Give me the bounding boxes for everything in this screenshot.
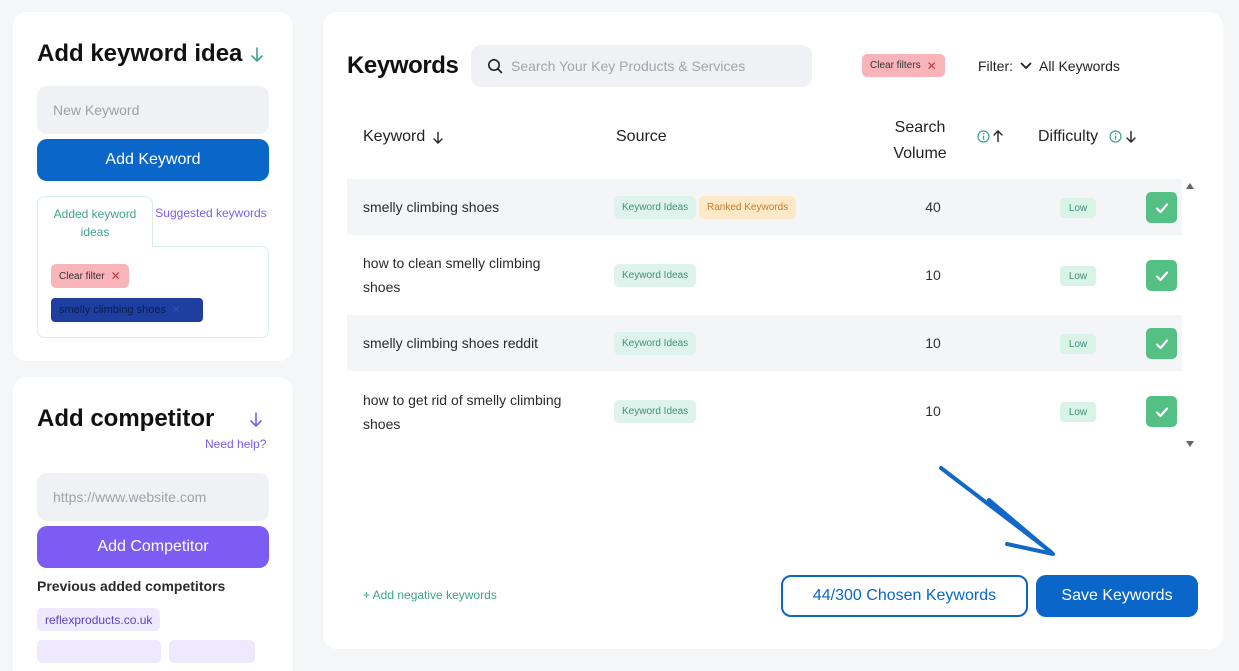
competitor-chip-truncated[interactable]	[169, 640, 255, 663]
row-volume: 10	[925, 267, 941, 283]
row-checkbox[interactable]	[1146, 192, 1177, 223]
table-row[interactable]: smelly climbing shoes reddit Keyword Ide…	[347, 315, 1182, 371]
filter-dropdown[interactable]: All Keywords	[1039, 58, 1120, 74]
page-title: Keywords	[347, 52, 459, 79]
search-box[interactable]	[471, 45, 812, 87]
difficulty-badge: Low	[1060, 266, 1096, 286]
competitor-chip-truncated[interactable]	[37, 640, 161, 663]
table-row[interactable]: how to get rid of smelly climbing shoes …	[347, 371, 1182, 451]
annotation-arrow-icon	[939, 466, 1055, 556]
search-input[interactable]	[511, 45, 801, 87]
source-tag-keyword-ideas: Keyword Ideas	[614, 400, 697, 423]
sort-down-icon[interactable]	[432, 131, 444, 145]
add-keyword-button[interactable]: Add Keyword	[37, 139, 269, 181]
source-tag-keyword-ideas: Keyword Ideas	[614, 196, 697, 219]
scroll-down-icon[interactable]	[1185, 440, 1195, 448]
table-row[interactable]: how to clean smelly climbing shoes Keywo…	[347, 235, 1182, 315]
sort-up-icon[interactable]	[992, 129, 1004, 143]
difficulty-badge: Low	[1060, 198, 1096, 218]
check-icon	[1155, 338, 1168, 349]
close-icon[interactable]: ✕	[927, 59, 937, 73]
tab-panel: Clear filter ✕ smelly climbing shoes ✕	[37, 246, 269, 338]
difficulty-badge: Low	[1060, 334, 1096, 354]
check-icon	[1155, 406, 1168, 417]
keywords-card: Keywords Clear filters ✕ Filter: All Key…	[323, 12, 1223, 649]
keyword-filter-chip[interactable]: smelly climbing shoes ✕	[51, 298, 203, 322]
check-icon	[1155, 270, 1168, 281]
tab-added-keyword-ideas[interactable]: Added keyword ideas	[37, 196, 153, 247]
difficulty-badge: Low	[1060, 402, 1096, 422]
source-tag-keyword-ideas: Keyword Ideas	[614, 264, 697, 287]
column-header-keyword[interactable]: Keyword	[363, 128, 425, 146]
search-icon	[488, 59, 503, 74]
chevron-down-icon[interactable]	[1020, 61, 1032, 71]
add-keyword-card: Add keyword idea Add Keyword Added keywo…	[13, 12, 293, 361]
need-help-link[interactable]: Need help?	[205, 437, 266, 451]
tab-suggested-keywords[interactable]: Suggested keywords	[153, 196, 269, 246]
previous-competitors-label: Previous added competitors	[37, 578, 226, 594]
arrow-down-icon[interactable]	[248, 411, 264, 429]
close-icon[interactable]: ✕	[172, 305, 180, 316]
scroll-up-icon[interactable]	[1185, 182, 1195, 190]
row-checkbox[interactable]	[1146, 396, 1177, 427]
clear-filters-label: Clear filters	[870, 60, 921, 71]
filter-label: Filter:	[978, 58, 1013, 74]
sort-down-icon[interactable]	[1125, 130, 1137, 144]
source-tag-ranked-keywords: Ranked Keywords	[699, 196, 797, 219]
clear-filters-chip[interactable]: Clear filters ✕	[862, 54, 945, 77]
keyword-tabs: Added keyword ideas Suggested keywords C…	[37, 196, 269, 338]
clear-filter-label: Clear filter	[59, 270, 105, 282]
competitor-chip[interactable]: reflexproducts.co.uk	[37, 608, 161, 631]
row-checkbox[interactable]	[1146, 328, 1177, 359]
column-header-source: Source	[616, 128, 667, 145]
table-row[interactable]: smelly climbing shoes Keyword Ideas Rank…	[347, 179, 1182, 235]
save-keywords-button[interactable]: Save Keywords	[1036, 575, 1198, 617]
check-icon	[1155, 202, 1168, 213]
clear-filter-chip[interactable]: Clear filter ✕	[51, 264, 129, 288]
add-competitor-button[interactable]: Add Competitor	[37, 526, 269, 568]
row-keyword: smelly climbing shoes	[363, 199, 500, 215]
info-icon[interactable]	[977, 130, 990, 143]
keyword-filter-label: smelly climbing shoes	[59, 304, 166, 316]
add-competitor-card: Add competitor Need help? Add Competitor…	[13, 377, 293, 671]
new-keyword-input[interactable]	[37, 86, 269, 134]
row-keyword: how to get rid of smelly climbing shoes	[363, 392, 562, 432]
row-keyword: smelly climbing shoes reddit	[363, 335, 539, 351]
chosen-keywords-button[interactable]: 44/300 Chosen Keywords	[781, 575, 1028, 617]
arrow-down-icon[interactable]	[249, 46, 265, 64]
add-competitor-title: Add competitor	[37, 405, 215, 432]
row-keyword: how to clean smelly climbing shoes	[363, 255, 541, 295]
add-negative-keywords-link[interactable]: + Add negative keywords	[363, 588, 497, 602]
column-header-difficulty[interactable]: Difficulty	[1038, 128, 1098, 146]
column-header-volume[interactable]: Search Volume	[883, 115, 957, 167]
row-volume: 10	[925, 403, 941, 419]
competitor-url-input[interactable]	[37, 473, 269, 521]
row-volume: 10	[925, 335, 941, 351]
row-checkbox[interactable]	[1146, 260, 1177, 291]
row-volume: 40	[925, 199, 941, 215]
source-tag-keyword-ideas: Keyword Ideas	[614, 332, 697, 355]
add-keyword-title: Add keyword idea	[37, 40, 243, 67]
info-icon[interactable]	[1109, 130, 1122, 143]
close-icon[interactable]: ✕	[111, 269, 121, 283]
